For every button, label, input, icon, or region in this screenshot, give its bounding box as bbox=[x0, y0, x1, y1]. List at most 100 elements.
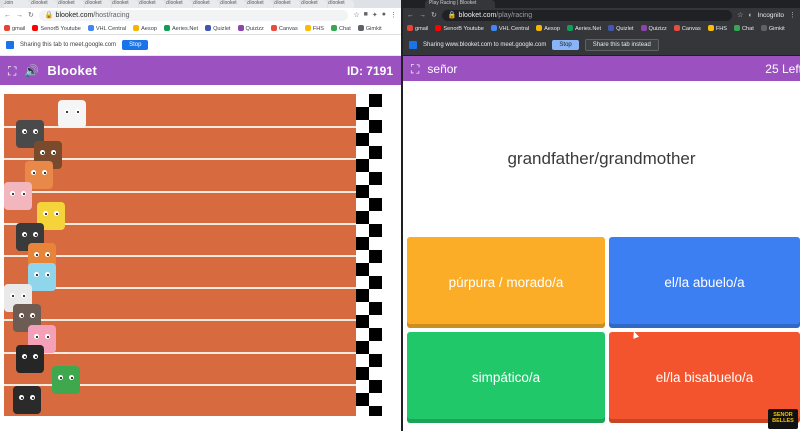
browser-tab[interactable]: Blooket bbox=[220, 0, 246, 8]
answer-button-2[interactable]: el/la abuelo/a bbox=[609, 237, 800, 328]
address-bar[interactable]: 🔒 blooket.com/host/racing bbox=[38, 9, 349, 21]
host-window: Join Blooket Blooket Blooket Blooket Blooket B… bbox=[0, 0, 401, 431]
stop-sharing-button[interactable]: Stop bbox=[122, 40, 149, 50]
profile-label[interactable]: Incognito bbox=[758, 12, 784, 19]
bookmark-item[interactable]: Aesop bbox=[133, 24, 157, 32]
bookmark-item[interactable]: FHS bbox=[304, 24, 324, 32]
bookmark-icon bbox=[237, 24, 244, 31]
lock-icon: 🔒 bbox=[44, 12, 56, 19]
reload-icon[interactable]: ↻ bbox=[28, 11, 34, 19]
sound-icon[interactable]: 🔊 bbox=[24, 65, 39, 77]
stop-sharing-button[interactable]: Stop bbox=[552, 40, 579, 50]
bookmark-item[interactable]: VHL Central bbox=[87, 24, 126, 32]
racer-fishbowl-icon bbox=[28, 263, 56, 292]
menu-icon[interactable]: ⋮ bbox=[789, 11, 796, 19]
share-bar: Sharing www.blooket.com to meet.google.c… bbox=[403, 35, 800, 56]
bookmark-label: gmail bbox=[415, 26, 429, 32]
lock-icon: 🔒 bbox=[447, 12, 459, 19]
puzzle-icon[interactable]: ✦ bbox=[372, 11, 378, 19]
racer-frog-icon bbox=[52, 365, 80, 394]
racer-chicken-icon bbox=[58, 100, 86, 128]
browser-tab[interactable]: Blooket bbox=[112, 0, 138, 8]
bookmarks-bar: gmail SenorB Youtube VHL Central Aesop Aerie… bbox=[0, 22, 401, 35]
browser-tab[interactable]: Blooket bbox=[247, 0, 273, 8]
bookmark-item[interactable]: VHL Central bbox=[490, 25, 529, 32]
browser-tab[interactable]: Blooket bbox=[193, 0, 219, 8]
browser-tab[interactable]: Blooket bbox=[274, 0, 300, 8]
bookmark-label: Quizizz bbox=[648, 26, 667, 32]
bookmark-label: Canvas bbox=[681, 26, 701, 32]
lane-divider bbox=[4, 255, 356, 257]
race-track bbox=[4, 94, 356, 416]
game-id: ID: 7191 bbox=[346, 63, 393, 78]
bookmark-item[interactable]: Canvas bbox=[270, 24, 298, 32]
racer-cat-black-icon bbox=[13, 386, 41, 414]
back-icon[interactable]: ← bbox=[4, 12, 11, 19]
bookmark-item[interactable]: Chat bbox=[331, 24, 351, 32]
share-this-tab-button[interactable]: Share this tab instead bbox=[584, 39, 659, 51]
incognito-icon: ◐ bbox=[748, 11, 753, 19]
bookmarks-bar: gmail SenorB Youtube VHL Central Aesop Aerie… bbox=[403, 22, 800, 35]
bookmark-label: Canvas bbox=[278, 25, 298, 32]
url-path: /play/racing bbox=[496, 11, 533, 19]
menu-icon[interactable]: ⋮ bbox=[390, 11, 397, 19]
bookmark-item[interactable]: Aeries.Net bbox=[163, 24, 198, 32]
bookmark-icon bbox=[331, 24, 337, 31]
bookmark-item[interactable]: Aesop bbox=[536, 25, 560, 32]
tab-strip: Play Racing | Blooket bbox=[403, 0, 800, 8]
bookmark-item[interactable]: Canvas bbox=[673, 25, 701, 32]
meet-icon bbox=[6, 41, 14, 49]
browser-tab[interactable]: Blooket bbox=[31, 0, 57, 8]
answer-button-3[interactable]: simpático/a bbox=[407, 332, 605, 423]
lane-divider bbox=[4, 351, 356, 354]
bookmark-item[interactable]: gmail bbox=[407, 25, 428, 32]
bookmark-item[interactable]: SenorB Youtube bbox=[32, 24, 81, 32]
forward-icon[interactable]: → bbox=[419, 12, 426, 19]
back-icon[interactable]: ← bbox=[407, 12, 414, 19]
bookmark-icon bbox=[87, 24, 94, 31]
bookmark-star-icon[interactable]: ☆ bbox=[737, 11, 743, 19]
tab-play-racing[interactable]: Play Racing | Blooket bbox=[425, 0, 495, 8]
bookmark-star-icon[interactable]: ☆ bbox=[353, 11, 359, 19]
fullscreen-icon[interactable]: ⛶ bbox=[8, 65, 16, 77]
bookmark-icon bbox=[163, 24, 170, 31]
browser-tab[interactable]: Blooket bbox=[328, 0, 354, 8]
bookmark-label: Quizizz bbox=[245, 25, 264, 32]
browser-tab[interactable]: Blooket bbox=[85, 0, 111, 8]
bookmark-item[interactable]: Chat bbox=[734, 25, 754, 32]
address-bar[interactable]: 🔒 blooket.com/play/racing bbox=[441, 9, 733, 21]
bookmark-item[interactable]: Quizlet bbox=[205, 24, 231, 32]
lane-divider bbox=[4, 287, 356, 290]
answer-button-1[interactable]: púrpura / morado/a bbox=[407, 237, 605, 328]
browser-tab[interactable]: Blooket bbox=[58, 0, 84, 8]
bookmark-label: Chat bbox=[742, 26, 754, 32]
extension-icon[interactable]: ■ bbox=[364, 11, 368, 19]
blooket-header: ⛶ 🔊 Blooket ID: 7191 bbox=[0, 56, 401, 85]
forward-icon[interactable]: → bbox=[16, 12, 23, 19]
blooket-logo: Blooket bbox=[47, 63, 98, 78]
bookmark-icon bbox=[205, 24, 212, 31]
channel-watermark: SENOR BELLES bbox=[768, 409, 798, 429]
browser-tab[interactable]: Blooket bbox=[166, 0, 192, 8]
reload-icon[interactable]: ↻ bbox=[431, 11, 437, 19]
share-text: Sharing this tab to meet.google.com bbox=[20, 42, 117, 48]
bookmark-item[interactable]: gmail bbox=[4, 24, 25, 32]
bookmark-icon bbox=[707, 25, 714, 31]
browser-tab[interactable]: Blooket bbox=[139, 0, 165, 8]
bookmark-icon bbox=[536, 25, 543, 31]
bookmark-item[interactable]: SenorB Youtube bbox=[435, 25, 484, 32]
bookmark-icon bbox=[32, 24, 39, 31]
bookmark-item[interactable]: FHS bbox=[707, 25, 727, 32]
bookmark-icon bbox=[490, 25, 497, 31]
bookmark-item[interactable]: Quizlet bbox=[608, 25, 634, 32]
browser-tab[interactable]: Blooket bbox=[301, 0, 327, 8]
bookmark-icon bbox=[640, 25, 647, 31]
bookmark-item[interactable]: Gimkit bbox=[760, 25, 785, 32]
bookmark-item[interactable]: Quizizz bbox=[237, 24, 264, 32]
fullscreen-icon[interactable]: ⛶ bbox=[411, 63, 419, 75]
bookmark-item[interactable]: Quizizz bbox=[640, 25, 667, 32]
profile-icon[interactable]: ● bbox=[382, 11, 386, 19]
bookmark-item[interactable]: Gimkit bbox=[357, 24, 382, 32]
browser-tab[interactable]: Join bbox=[4, 0, 30, 8]
bookmark-item[interactable]: Aeries.Net bbox=[566, 25, 601, 32]
